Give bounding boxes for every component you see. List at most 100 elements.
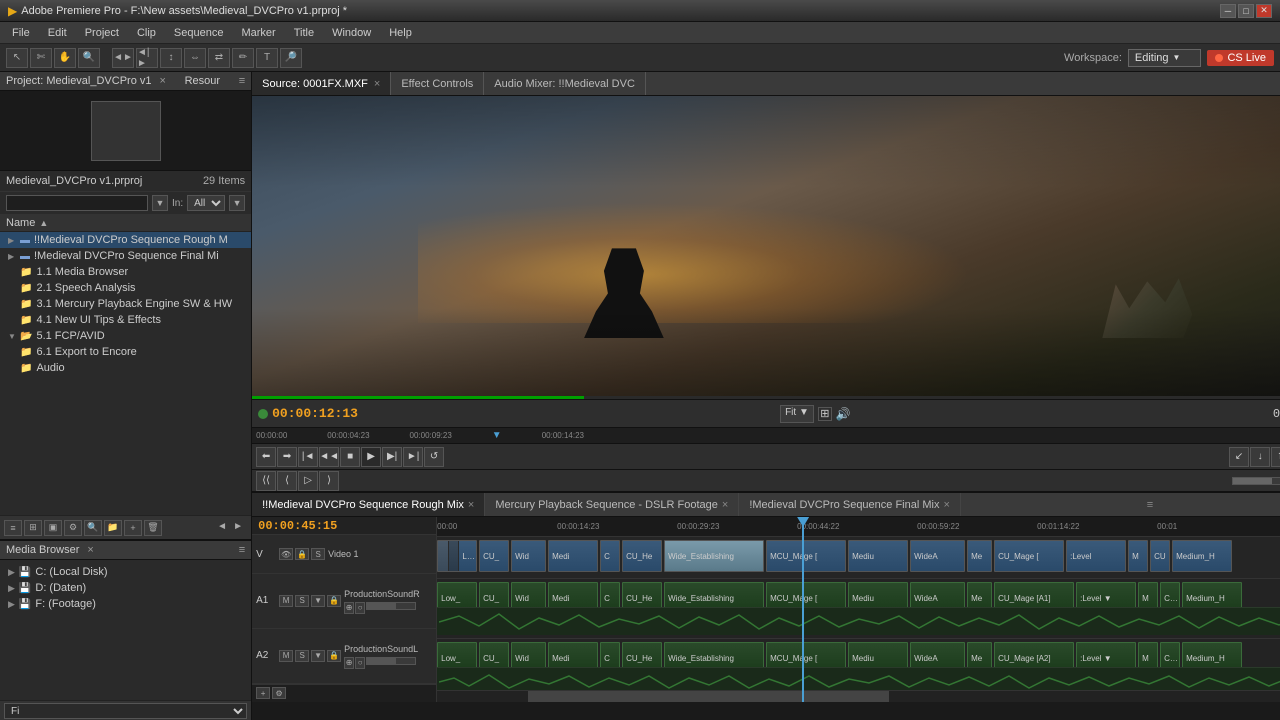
list-item[interactable]: ▶ 💾 C: (Local Disk) (4, 564, 247, 580)
audio2-lock-btn[interactable]: 🔒 (327, 650, 341, 662)
tool-roll[interactable]: ◄|► (136, 48, 158, 68)
list-item[interactable]: 📁 Audio (0, 360, 251, 376)
video-clip[interactable]: M (1128, 540, 1148, 572)
tool-zoom[interactable]: 🔍 (78, 48, 100, 68)
list-item[interactable]: ▶ ▬ !!Medieval DVCPro Sequence Rough M (0, 232, 251, 248)
audio2-mute-btn[interactable]: M (279, 650, 293, 662)
tool-select[interactable]: ↖ (6, 48, 28, 68)
find-btn[interactable]: 🔍 (84, 520, 102, 536)
maximize-button[interactable]: □ (1238, 4, 1254, 18)
mercury-tab-close[interactable]: × (722, 499, 728, 511)
video-clip[interactable]: Low_ (437, 540, 477, 572)
search-magnify[interactable]: ▼ (229, 195, 245, 211)
close-button[interactable]: ✕ (1256, 4, 1272, 18)
video-clip[interactable]: CU_Mage [ (994, 540, 1064, 572)
tool-hand[interactable]: ✋ (54, 48, 76, 68)
source-audio-slider[interactable] (1232, 477, 1280, 485)
btn-goto-out[interactable]: ►| (403, 447, 423, 467)
in-dropdown[interactable]: All (187, 195, 225, 211)
video-clip[interactable]: Mediu (848, 540, 908, 572)
panel-nav-left[interactable]: ◄ (217, 521, 231, 535)
btn-play-stop[interactable]: ■ (340, 447, 360, 467)
rough-mix-tab-close[interactable]: × (468, 499, 474, 511)
video-clip[interactable]: Medium_H (1172, 540, 1232, 572)
list-view-btn[interactable]: ≡ (4, 520, 22, 536)
panel-nav-right[interactable]: ► (233, 521, 247, 535)
list-item[interactable]: 📁 3.1 Mercury Playback Engine SW & HW (0, 296, 251, 312)
workspace-dropdown[interactable]: Editing ▼ (1128, 49, 1202, 67)
cs-live-button[interactable]: CS Live (1207, 50, 1274, 66)
list-item[interactable]: 📁 1.1 Media Browser (0, 264, 251, 280)
audio2-solo-btn[interactable]: S (295, 650, 309, 662)
track-settings-btn[interactable]: ⚙ (272, 687, 286, 699)
list-item[interactable]: 📁 2.1 Speech Analysis (0, 280, 251, 296)
video-clip[interactable]: Me (967, 540, 992, 572)
tab-final-mix[interactable]: !Medieval DVCPro Sequence Final Mix × (739, 493, 961, 516)
tool-rate[interactable]: ↕ (160, 48, 182, 68)
btn-export[interactable]: ⬆ (1271, 447, 1280, 467)
new-bin-btn[interactable]: 📁 (104, 520, 122, 536)
timeline-scrollbar[interactable] (437, 690, 1280, 702)
video-track-sync[interactable]: S (311, 548, 325, 560)
tool-slide[interactable]: ⇄ (208, 48, 230, 68)
btn-play[interactable]: ▶ (361, 447, 381, 467)
btn-overwrite[interactable]: ↓ (1250, 447, 1270, 467)
audio1-sub-btn2[interactable]: ○ (355, 602, 365, 614)
tab-rough-mix[interactable]: !!Medieval DVCPro Sequence Rough Mix × (252, 493, 485, 516)
add-track-btn[interactable]: + (256, 687, 270, 699)
sort-icon[interactable]: ▲ (39, 218, 48, 228)
audio2-sub-btn1[interactable]: ⊕ (344, 657, 354, 669)
media-browser-tab[interactable]: Media Browser × (6, 544, 94, 556)
list-item[interactable]: 📁 6.1 Export to Encore (0, 344, 251, 360)
btn-jkl-3[interactable]: ▷ (298, 471, 318, 491)
audio-solo-btn[interactable]: S (295, 595, 309, 607)
btn-goto-in[interactable]: |◄ (298, 447, 318, 467)
audio-lock-btn[interactable]: 🔒 (327, 595, 341, 607)
audio2-expand-btn[interactable]: ▼ (311, 650, 325, 662)
btn-mark-in[interactable]: ⬅ (256, 447, 276, 467)
video-clip[interactable]: :Level (1066, 540, 1126, 572)
delete-btn[interactable]: 🗑 (144, 520, 162, 536)
menu-clip[interactable]: Clip (129, 25, 164, 41)
timeline-panel-menu[interactable]: ≡ (1141, 499, 1159, 511)
project-tab-close[interactable]: × (160, 75, 166, 87)
btn-insert[interactable]: ↙ (1229, 447, 1249, 467)
menu-sequence[interactable]: Sequence (166, 25, 232, 41)
timeline-playhead[interactable] (802, 517, 804, 536)
media-browser-close[interactable]: × (87, 544, 93, 556)
list-item[interactable]: ▶ 💾 D: (Daten) (4, 580, 247, 596)
media-browser-menu[interactable]: ≡ (239, 544, 245, 556)
search-input[interactable] (6, 195, 148, 211)
btn-jkl-2[interactable]: ⟨ (277, 471, 297, 491)
video-clip[interactable]: Wid (511, 540, 546, 572)
tool-search[interactable]: 🔎 (280, 48, 302, 68)
audio-mute-btn[interactable]: M (279, 595, 293, 607)
video-clip[interactable]: CU_He (622, 540, 662, 572)
video-clip[interactable]: CU (1150, 540, 1170, 572)
automate-btn[interactable]: ⚙ (64, 520, 82, 536)
menu-window[interactable]: Window (324, 25, 379, 41)
btn-jkl-4[interactable]: ⟩ (319, 471, 339, 491)
free-form-btn[interactable]: ▣ (44, 520, 62, 536)
menu-title[interactable]: Title (286, 25, 322, 41)
tool-type[interactable]: T (256, 48, 278, 68)
list-item[interactable]: ▶ 💾 F: (Footage) (4, 596, 247, 612)
source-volume-icon[interactable]: 🔊 (836, 407, 851, 421)
project-tab[interactable]: Project: Medieval_DVCPro v1 × (6, 75, 166, 87)
video-clip[interactable]: Medi (548, 540, 598, 572)
menu-edit[interactable]: Edit (40, 25, 75, 41)
source-tab-close[interactable]: × (374, 78, 380, 90)
list-item[interactable]: ▶ ▬ !Medieval DVCPro Sequence Final Mi (0, 248, 251, 264)
video-clip[interactable]: MCU_Mage [ (766, 540, 846, 572)
source-fit-dropdown[interactable]: Fit ▼ (780, 405, 814, 423)
video-track-eye[interactable]: 👁 (279, 548, 293, 560)
video-clip[interactable]: CU_ (479, 540, 509, 572)
menu-marker[interactable]: Marker (233, 25, 283, 41)
menu-project[interactable]: Project (77, 25, 127, 41)
menu-help[interactable]: Help (381, 25, 420, 41)
final-mix-tab-close[interactable]: × (943, 499, 949, 511)
media-browser-filter-dropdown[interactable]: Fi (4, 703, 247, 719)
timeline-ruler[interactable]: 00:00 00:00:14:23 00:00:29:23 00:00:44:2… (437, 517, 1280, 537)
btn-step-fwd[interactable]: ▶| (382, 447, 402, 467)
source-timecode-in[interactable]: 00:00:12:13 (272, 406, 358, 421)
